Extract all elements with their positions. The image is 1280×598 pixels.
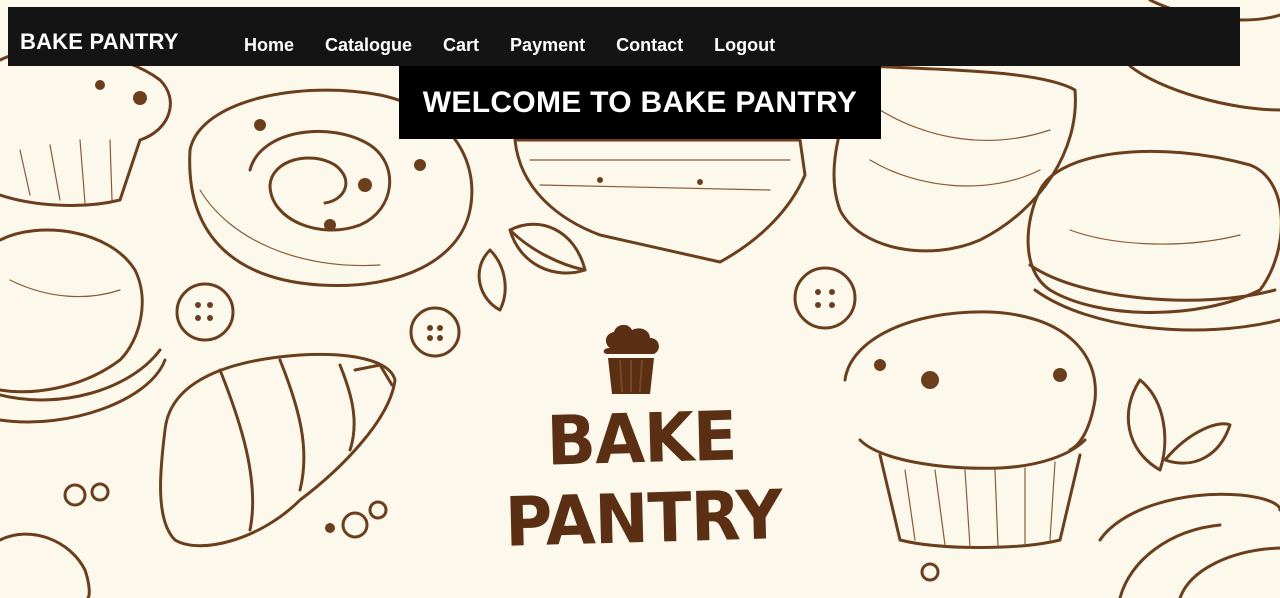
muffin-illustration-top-left: [0, 48, 172, 207]
nav-links: Home Catalogue Cart Payment Contact Logo…: [244, 34, 806, 56]
nav-link-payment[interactable]: Payment: [510, 34, 585, 56]
nav-link-catalogue[interactable]: Catalogue: [325, 34, 412, 56]
leaf-illustration-right: [1126, 378, 1232, 472]
welcome-title: WELCOME TO BAKE PANTRY: [422, 85, 858, 119]
bun-illustration-bottom-left: [0, 532, 91, 598]
navbar: BAKE PANTRY Home Catalogue Cart Payment …: [8, 7, 1240, 66]
bread-slice-illustration: [513, 138, 807, 264]
nav-link-logout[interactable]: Logout: [714, 34, 775, 56]
croissant-illustration: [159, 352, 397, 548]
leaf-illustration-center: [477, 222, 587, 312]
nav-link-cart[interactable]: Cart: [443, 34, 479, 56]
page: BAKE PANTRY Home Catalogue Cart Payment …: [0, 0, 1280, 598]
muffin-illustration-right: [843, 310, 1097, 549]
brand-name[interactable]: BAKE PANTRY: [20, 29, 179, 55]
macaron-illustration: [1026, 149, 1280, 332]
macaron-illustration-left: [0, 228, 167, 424]
nav-link-contact[interactable]: Contact: [616, 34, 683, 56]
bake-pantry-logo: BAKE PANTRY: [450, 322, 835, 563]
welcome-banner: WELCOME TO BAKE PANTRY: [399, 66, 881, 139]
croissant-illustration-bottom-right: [1098, 492, 1280, 598]
logo-text: BAKE PANTRY: [504, 397, 783, 563]
nav-link-home[interactable]: Home: [244, 34, 294, 56]
cupcake-icon: [603, 324, 659, 394]
